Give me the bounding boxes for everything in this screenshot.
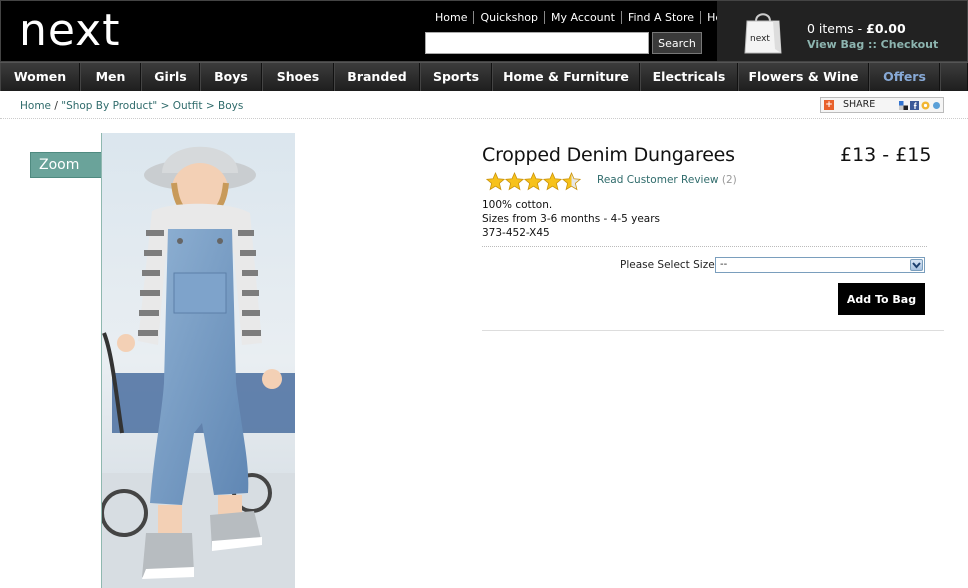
nav-item-home-furniture[interactable]: Home & Furniture <box>492 63 640 91</box>
star-icon <box>524 172 543 191</box>
top-links: Home Quickshop My Account Find A Store H… <box>429 11 738 24</box>
product-title: Cropped Denim Dungarees <box>482 144 735 166</box>
star-icon <box>486 172 505 191</box>
product-photo-illustration <box>102 133 295 588</box>
breadcrumb-separator: / <box>51 100 62 112</box>
bag-summary: 0 items - £0.00 <box>807 21 906 36</box>
nav-item-shoes[interactable]: Shoes <box>262 63 334 91</box>
share-button[interactable]: + SHARE <box>820 97 944 113</box>
add-to-bag-button[interactable]: Add To Bag <box>838 283 925 315</box>
breadcrumb-home[interactable]: Home <box>20 100 51 112</box>
nav-item-branded[interactable]: Branded <box>334 63 420 91</box>
site-header: next Home Quickshop My Account Find A St… <box>0 0 968 62</box>
breadcrumb-shop-by-product[interactable]: "Shop By Product" <box>61 100 157 112</box>
review-link-label[interactable]: Read Customer Review <box>597 174 719 186</box>
top-link-home[interactable]: Home <box>429 11 475 24</box>
breadcrumb-outfit[interactable]: Outfit <box>173 100 203 112</box>
delicious-icon <box>899 101 908 110</box>
shopping-bag-icon[interactable]: next <box>743 9 783 55</box>
nav-item-women[interactable]: Women <box>0 63 80 91</box>
top-link-my-account[interactable]: My Account <box>545 11 622 24</box>
chevron-down-icon[interactable] <box>910 259 923 271</box>
nav-item-flowers-wine[interactable]: Flowers & Wine <box>738 63 869 91</box>
bookmark-icon <box>921 101 930 110</box>
share-label: SHARE <box>843 99 876 110</box>
star-icon <box>543 172 562 191</box>
facebook-icon <box>910 101 919 110</box>
nav-item-sports[interactable]: Sports <box>420 63 492 91</box>
bag-icon-text: next <box>750 34 770 44</box>
nav-item-electricals[interactable]: Electricals <box>640 63 738 91</box>
product-image[interactable] <box>101 133 295 588</box>
next-logo[interactable]: next <box>19 5 120 57</box>
star-icon <box>562 172 581 191</box>
product-description: 100% cotton. Sizes from 3-6 months - 4-5… <box>482 198 660 240</box>
nav-spacer <box>940 63 968 91</box>
breadcrumb-separator: > <box>157 100 173 112</box>
breadcrumb-boys[interactable]: Boys <box>218 100 243 112</box>
read-customer-review-link[interactable]: Read Customer Review (2) <box>597 174 737 186</box>
more-icon <box>933 102 940 109</box>
divider <box>482 246 927 247</box>
bag-items-count: 0 items - <box>807 21 867 36</box>
review-count: (2) <box>721 174 737 186</box>
size-selected-value: -- <box>720 259 728 270</box>
product-sizes: Sizes from 3-6 months - 4-5 years <box>482 213 661 225</box>
top-link-find-a-store[interactable]: Find A Store <box>622 11 702 24</box>
breadcrumb: Home / "Shop By Product" > Outfit > Boys <box>20 100 243 112</box>
search-input[interactable] <box>425 32 649 54</box>
product-price: £13 - £15 <box>840 144 932 166</box>
search-button[interactable]: Search <box>652 32 702 54</box>
rating-stars <box>486 172 581 191</box>
shopping-bag-area: next 0 items - £0.00 View Bag :: Checkou… <box>717 1 967 61</box>
star-icon <box>505 172 524 191</box>
nav-item-girls[interactable]: Girls <box>141 63 200 91</box>
product-code: 373-452-X45 <box>482 227 550 239</box>
nav-item-boys[interactable]: Boys <box>200 63 262 91</box>
top-link-quickshop[interactable]: Quickshop <box>474 11 546 24</box>
plus-icon: + <box>824 100 834 110</box>
size-label: Please Select Size: <box>620 259 719 271</box>
product-material: 100% cotton. <box>482 199 553 211</box>
divider <box>0 118 968 119</box>
size-select[interactable]: -- <box>715 257 925 273</box>
bag-total: £0.00 <box>866 21 906 36</box>
main-nav: Women Men Girls Boys Shoes Branded Sport… <box>0 62 968 91</box>
nav-item-offers[interactable]: Offers <box>869 63 940 91</box>
nav-item-men[interactable]: Men <box>80 63 141 91</box>
divider <box>482 330 944 331</box>
zoom-button[interactable]: Zoom <box>30 152 102 178</box>
breadcrumb-separator: > <box>202 100 219 112</box>
view-bag-checkout-link[interactable]: View Bag :: Checkout <box>807 38 938 51</box>
